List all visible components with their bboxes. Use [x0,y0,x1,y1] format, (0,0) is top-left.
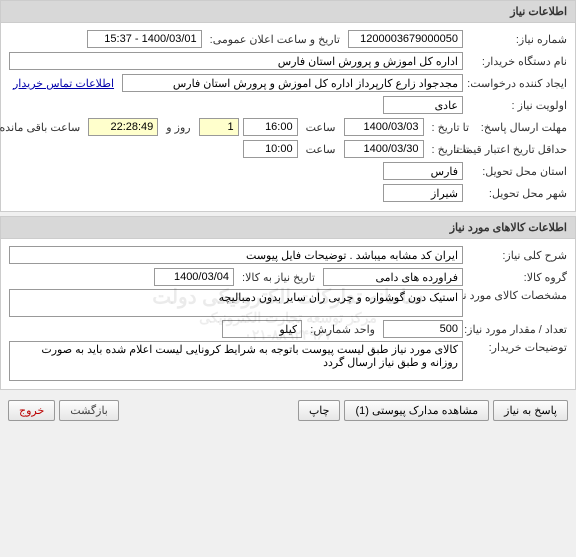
need-no-field[interactable] [348,30,463,48]
print-button[interactable]: چاپ [298,400,341,421]
buyer-label: نام دستگاه خریدار: [467,55,567,68]
back-button[interactable]: بازگشت [59,400,119,421]
day-label: روز و [162,121,194,134]
validity-label: حداقل تاریخ اعتبار قیمت: [477,143,567,156]
reply-time-field[interactable] [243,118,298,136]
time-left-label: ساعت باقی مانده [0,121,84,134]
buyer-notes-field[interactable]: کالای مورد نیاز طبق لیست پیوست باتوجه به… [9,341,463,381]
reply-button[interactable]: پاسخ به نیاز [493,400,568,421]
contact-link[interactable]: اطلاعات تماس خریدار [9,77,118,90]
validity-time-field[interactable] [243,140,298,158]
creator-field[interactable] [122,74,463,92]
creator-label: ایجاد کننده درخواست: [467,77,567,90]
pub-date-label: تاریخ و ساعت اعلان عمومی: [206,33,344,46]
validity-to-label: تا تاریخ : [428,143,473,156]
goods-info-panel: اطلاعات کالاهای مورد نیاز سامانه تدارکات… [0,216,576,390]
group-label: گروه کالا: [467,271,567,284]
city-field[interactable] [383,184,463,202]
validity-time-label: ساعت [302,143,340,156]
spec-label: مشخصات کالای مورد نیاز: [467,289,567,302]
buyer-notes-label: توضیحات خریدار: [467,341,567,354]
priority-field[interactable] [383,96,463,114]
validity-date-field[interactable] [344,140,424,158]
province-label: استان محل تحویل: [467,165,567,178]
need-info-body: شماره نیاز: تاریخ و ساعت اعلان عمومی: نا… [1,23,575,211]
pub-date-field[interactable] [87,30,202,48]
spec-field[interactable]: استیک دون گوشواره و چربی ران سایر بدون د… [9,289,463,317]
reply-to-date-label: تا تاریخ : [428,121,473,134]
buyer-field[interactable] [9,52,463,70]
need-no-label: شماره نیاز: [467,33,567,46]
reply-date-field[interactable] [344,118,424,136]
exit-button[interactable]: خروج [8,400,55,421]
unit-label: واحد شمارش: [306,323,379,336]
reply-deadline-label: مهلت ارسال پاسخ: [477,121,567,134]
need-to-field[interactable] [154,268,234,286]
reply-time-label: ساعت [302,121,340,134]
attachments-button[interactable]: مشاهده مدارک پیوستی (1) [344,400,489,421]
province-field[interactable] [383,162,463,180]
button-bar: پاسخ به نیاز مشاهده مدارک پیوستی (1) چاپ… [0,394,576,427]
priority-label: اولویت نیاز : [467,99,567,112]
desc-field[interactable] [9,246,463,264]
city-label: شهر محل تحویل: [467,187,567,200]
time-left-field[interactable] [88,118,158,136]
need-info-header: اطلاعات نیاز [1,1,575,23]
days-left-field[interactable] [199,118,239,136]
desc-label: شرح کلی نیاز: [467,249,567,262]
qty-field[interactable] [383,320,463,338]
goods-info-header: اطلاعات کالاهای مورد نیاز [1,217,575,239]
group-field[interactable] [323,268,463,286]
unit-field[interactable] [222,320,302,338]
qty-label: تعداد / مقدار مورد نیاز: [467,323,567,336]
need-to-label: تاریخ نیاز به کالا: [238,271,319,284]
goods-info-body: سامانه تدارکات الکترونیکی دولت مرکز توسع… [1,239,575,389]
need-info-panel: اطلاعات نیاز شماره نیاز: تاریخ و ساعت اع… [0,0,576,212]
